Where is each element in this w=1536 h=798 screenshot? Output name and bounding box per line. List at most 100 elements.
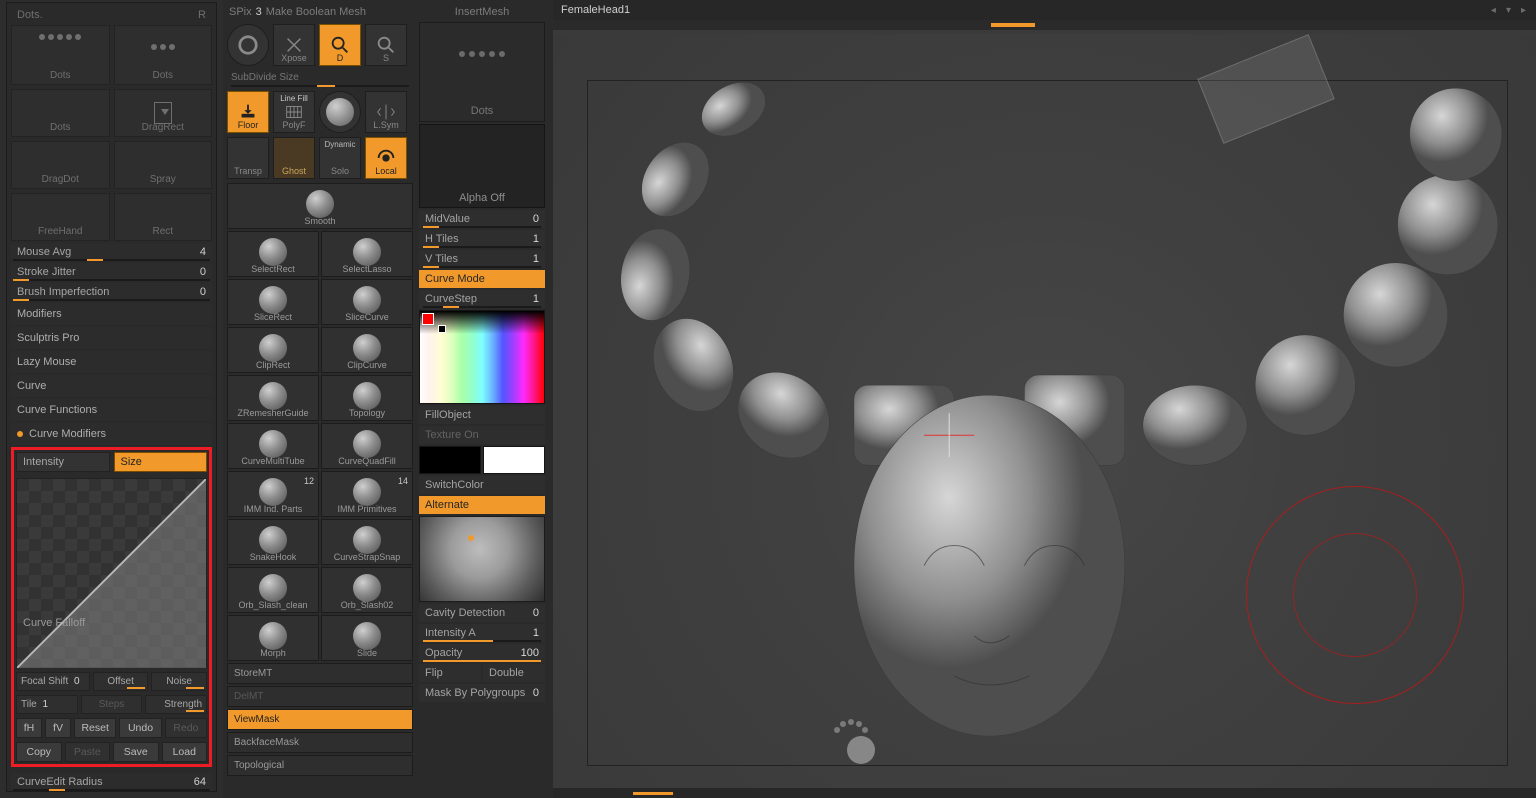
canvas-3d[interactable] xyxy=(553,34,1536,788)
stroke-dots-1[interactable]: Dots xyxy=(11,25,110,85)
brush-zremesherguide[interactable]: ZRemesherGuide xyxy=(227,375,319,421)
brush-snakehook[interactable]: SnakeHook xyxy=(227,519,319,565)
section-sculptris-pro[interactable]: Sculptris Pro xyxy=(11,327,212,349)
brush-imm-primitives[interactable]: 14IMM Primitives xyxy=(321,471,413,517)
textureon-button[interactable]: Texture On xyxy=(419,426,545,444)
brush-topology[interactable]: Topology xyxy=(321,375,413,421)
ghost-button[interactable]: Ghost xyxy=(273,137,315,179)
brush-curvequadfill[interactable]: CurveQuadFill xyxy=(321,423,413,469)
flip-button[interactable]: Flip xyxy=(419,664,481,682)
section-lazy-mouse[interactable]: Lazy Mouse xyxy=(11,351,212,373)
section-curve-modifiers[interactable]: Curve Modifiers xyxy=(11,423,212,445)
stroke-jitter-slider[interactable]: Stroke Jitter 0 xyxy=(11,263,212,281)
floor-button[interactable]: Floor xyxy=(227,91,269,133)
viewmask-button[interactable]: ViewMask xyxy=(227,709,413,730)
brush-curvestrapsnap[interactable]: CurveStrapSnap xyxy=(321,519,413,565)
stroke-rect[interactable]: Rect xyxy=(114,193,213,241)
strength-slider[interactable]: Strength xyxy=(145,695,207,714)
vtiles-slider[interactable]: V Tiles1 xyxy=(419,250,545,268)
curve-falloff-graph[interactable]: Curve Falloff xyxy=(16,478,207,668)
tile-slider[interactable]: Tile 1 xyxy=(16,695,78,714)
secondary-swatch-icon[interactable] xyxy=(438,325,446,333)
flip-h-button[interactable]: fH xyxy=(16,718,42,738)
viewport[interactable]: FemaleHead1 ◂ ▾ ▸ xyxy=(553,0,1536,798)
insertmesh-label[interactable]: InsertMesh xyxy=(421,6,543,18)
noise-button[interactable]: Noise xyxy=(151,672,207,691)
size-toggle[interactable]: Size xyxy=(114,452,208,472)
spix-value[interactable]: 3 xyxy=(256,6,262,18)
brush-slide[interactable]: Slide xyxy=(321,615,413,661)
make-boolean-mesh[interactable]: Make Boolean Mesh xyxy=(266,6,411,18)
mouse-avg-slider[interactable]: Mouse Avg 4 xyxy=(11,243,212,261)
steps-slider[interactable]: Steps xyxy=(81,695,143,714)
fillobject-button[interactable]: FillObject xyxy=(419,406,545,424)
brush-orb-slash-clean[interactable]: Orb_Slash_clean xyxy=(227,567,319,613)
brush-morph[interactable]: Morph xyxy=(227,615,319,661)
xpose-button[interactable]: Xpose xyxy=(273,24,315,66)
brush-slicerect[interactable]: SliceRect xyxy=(227,279,319,325)
color-picker[interactable] xyxy=(419,310,545,404)
material-preview[interactable] xyxy=(419,516,545,602)
history-bar[interactable] xyxy=(553,20,1536,30)
brush-curvemultitube[interactable]: CurveMultiTube xyxy=(227,423,319,469)
midvalue-slider[interactable]: MidValue0 xyxy=(419,210,545,228)
chevron-down-icon[interactable]: ▾ xyxy=(1506,5,1511,16)
load-button[interactable]: Load xyxy=(162,742,208,762)
save-button[interactable]: Save xyxy=(113,742,159,762)
stroke-freehand[interactable]: FreeHand xyxy=(11,193,110,241)
chevron-right-icon[interactable]: ▸ xyxy=(1521,5,1526,16)
local-button[interactable]: Local xyxy=(365,137,407,179)
offset-button[interactable]: Offset xyxy=(93,672,149,691)
copy-button[interactable]: Copy xyxy=(16,742,62,762)
htiles-slider[interactable]: H Tiles1 xyxy=(419,230,545,248)
subdivide-slider[interactable] xyxy=(231,85,409,87)
stroke-dots-2[interactable]: Dots xyxy=(114,25,213,85)
polyf-button[interactable]: Line FillPolyF xyxy=(273,91,315,133)
redo-button[interactable]: Redo xyxy=(165,718,207,738)
brush-orb-slash02[interactable]: Orb_Slash02 xyxy=(321,567,413,613)
stroke-spray[interactable]: Spray xyxy=(114,141,213,189)
undo-button[interactable]: Undo xyxy=(119,718,161,738)
curveedit-radius-slider[interactable]: CurveEdit Radius 64 xyxy=(11,773,212,791)
focal-shift-slider[interactable]: Focal Shift 0 xyxy=(16,672,90,691)
draw-mode-button[interactable]: D xyxy=(319,24,361,66)
intensity-toggle[interactable]: Intensity xyxy=(16,452,110,472)
brush-clipcurve[interactable]: ClipCurve xyxy=(321,327,413,373)
backfacemask-button[interactable]: BackfaceMask xyxy=(227,732,413,753)
solo-button[interactable]: DynamicSolo xyxy=(319,137,361,179)
texture-swatch[interactable] xyxy=(419,446,545,474)
double-button[interactable]: Double xyxy=(483,664,545,682)
tool-main-icon[interactable] xyxy=(227,24,269,66)
flip-v-button[interactable]: fV xyxy=(45,718,71,738)
intensity-a-slider[interactable]: Intensity A1 xyxy=(419,624,545,642)
stroke-dragdot[interactable]: DragDot xyxy=(11,141,110,189)
topological-button[interactable]: Topological xyxy=(227,755,413,776)
switchcolor-button[interactable]: SwitchColor xyxy=(419,476,545,494)
section-curve[interactable]: Curve xyxy=(11,375,212,397)
shade-button[interactable] xyxy=(319,91,361,133)
stroke-preview[interactable]: Dots xyxy=(419,22,545,122)
transp-button[interactable]: Transp xyxy=(227,137,269,179)
stroke-dots-3[interactable]: Dots xyxy=(11,89,110,137)
lsym-button[interactable]: L.Sym xyxy=(365,91,407,133)
curve-mode-toggle[interactable]: Curve Mode xyxy=(419,270,545,288)
brush-imm-ind-parts[interactable]: 12IMM Ind. Parts xyxy=(227,471,319,517)
paste-button[interactable]: Paste xyxy=(65,742,111,762)
curvestep-slider[interactable]: CurveStep1 xyxy=(419,290,545,308)
brush-cliprect[interactable]: ClipRect xyxy=(227,327,319,373)
mask-by-polygroups-slider[interactable]: Mask By Polygroups0 xyxy=(419,684,545,702)
opacity-slider[interactable]: Opacity100 xyxy=(419,644,545,662)
alternate-toggle[interactable]: Alternate xyxy=(419,496,545,514)
alpha-preview[interactable]: Alpha Off xyxy=(419,124,545,208)
brush-imperfection-slider[interactable]: Brush Imperfection 0 xyxy=(11,283,212,301)
smooth-mode-button[interactable]: S xyxy=(365,24,407,66)
chevron-left-icon[interactable]: ◂ xyxy=(1491,5,1496,16)
brush-selectrect[interactable]: SelectRect xyxy=(227,231,319,277)
primary-swatch-icon[interactable] xyxy=(422,313,434,325)
cavity-detection-slider[interactable]: Cavity Detection0 xyxy=(419,604,545,622)
brush-selectlasso[interactable]: SelectLasso xyxy=(321,231,413,277)
brush-smooth[interactable]: Smooth xyxy=(227,183,413,229)
reset-button[interactable]: Reset xyxy=(74,718,116,738)
stroke-dragrect[interactable]: DragRect xyxy=(114,89,213,137)
brush-slicecurve[interactable]: SliceCurve xyxy=(321,279,413,325)
